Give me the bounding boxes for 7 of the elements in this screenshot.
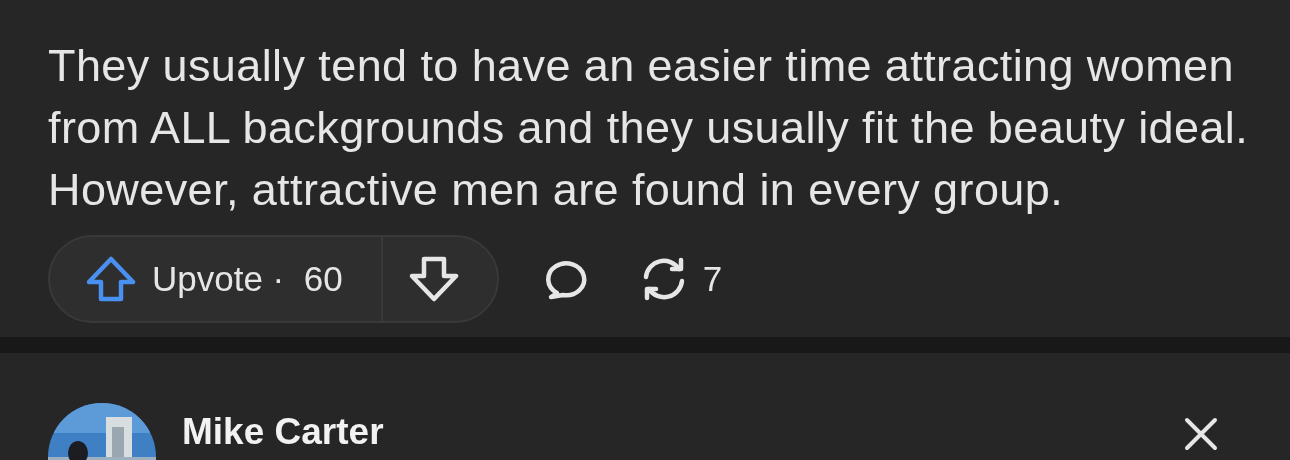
up-arrow-icon: [86, 256, 136, 302]
close-icon[interactable]: [1184, 417, 1218, 451]
share-button[interactable]: 7: [636, 255, 723, 303]
author-name[interactable]: Mike Carter: [182, 411, 384, 453]
upvote-button[interactable]: Upvote · 60: [50, 237, 383, 321]
answer-text: They usually tend to have an easier time attracting women from ALL backgrounds and they usually fit the beauty ideal. However, attractive men are found in every group.: [48, 39, 1250, 217]
down-arrow-icon: [408, 256, 459, 302]
